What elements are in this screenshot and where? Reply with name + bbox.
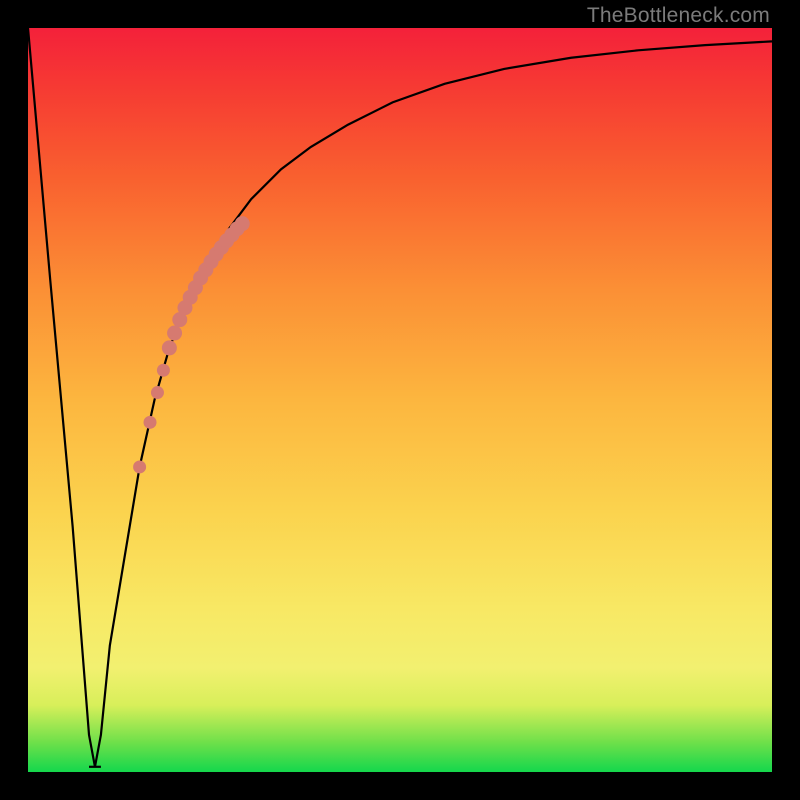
highlight-dot (162, 340, 177, 355)
plot-overlay (28, 28, 772, 772)
bottleneck-curve-path (28, 28, 772, 767)
highlight-dot (235, 216, 250, 231)
watermark-text: TheBottleneck.com (587, 4, 770, 28)
highlight-dot (157, 364, 170, 377)
highlight-dot (133, 460, 146, 473)
highlight-dot (144, 416, 157, 429)
highlight-dots (133, 216, 250, 473)
highlight-dot (167, 326, 182, 341)
plot-area (28, 28, 772, 772)
chart-frame: TheBottleneck.com (0, 0, 800, 800)
highlight-dot (151, 386, 164, 399)
